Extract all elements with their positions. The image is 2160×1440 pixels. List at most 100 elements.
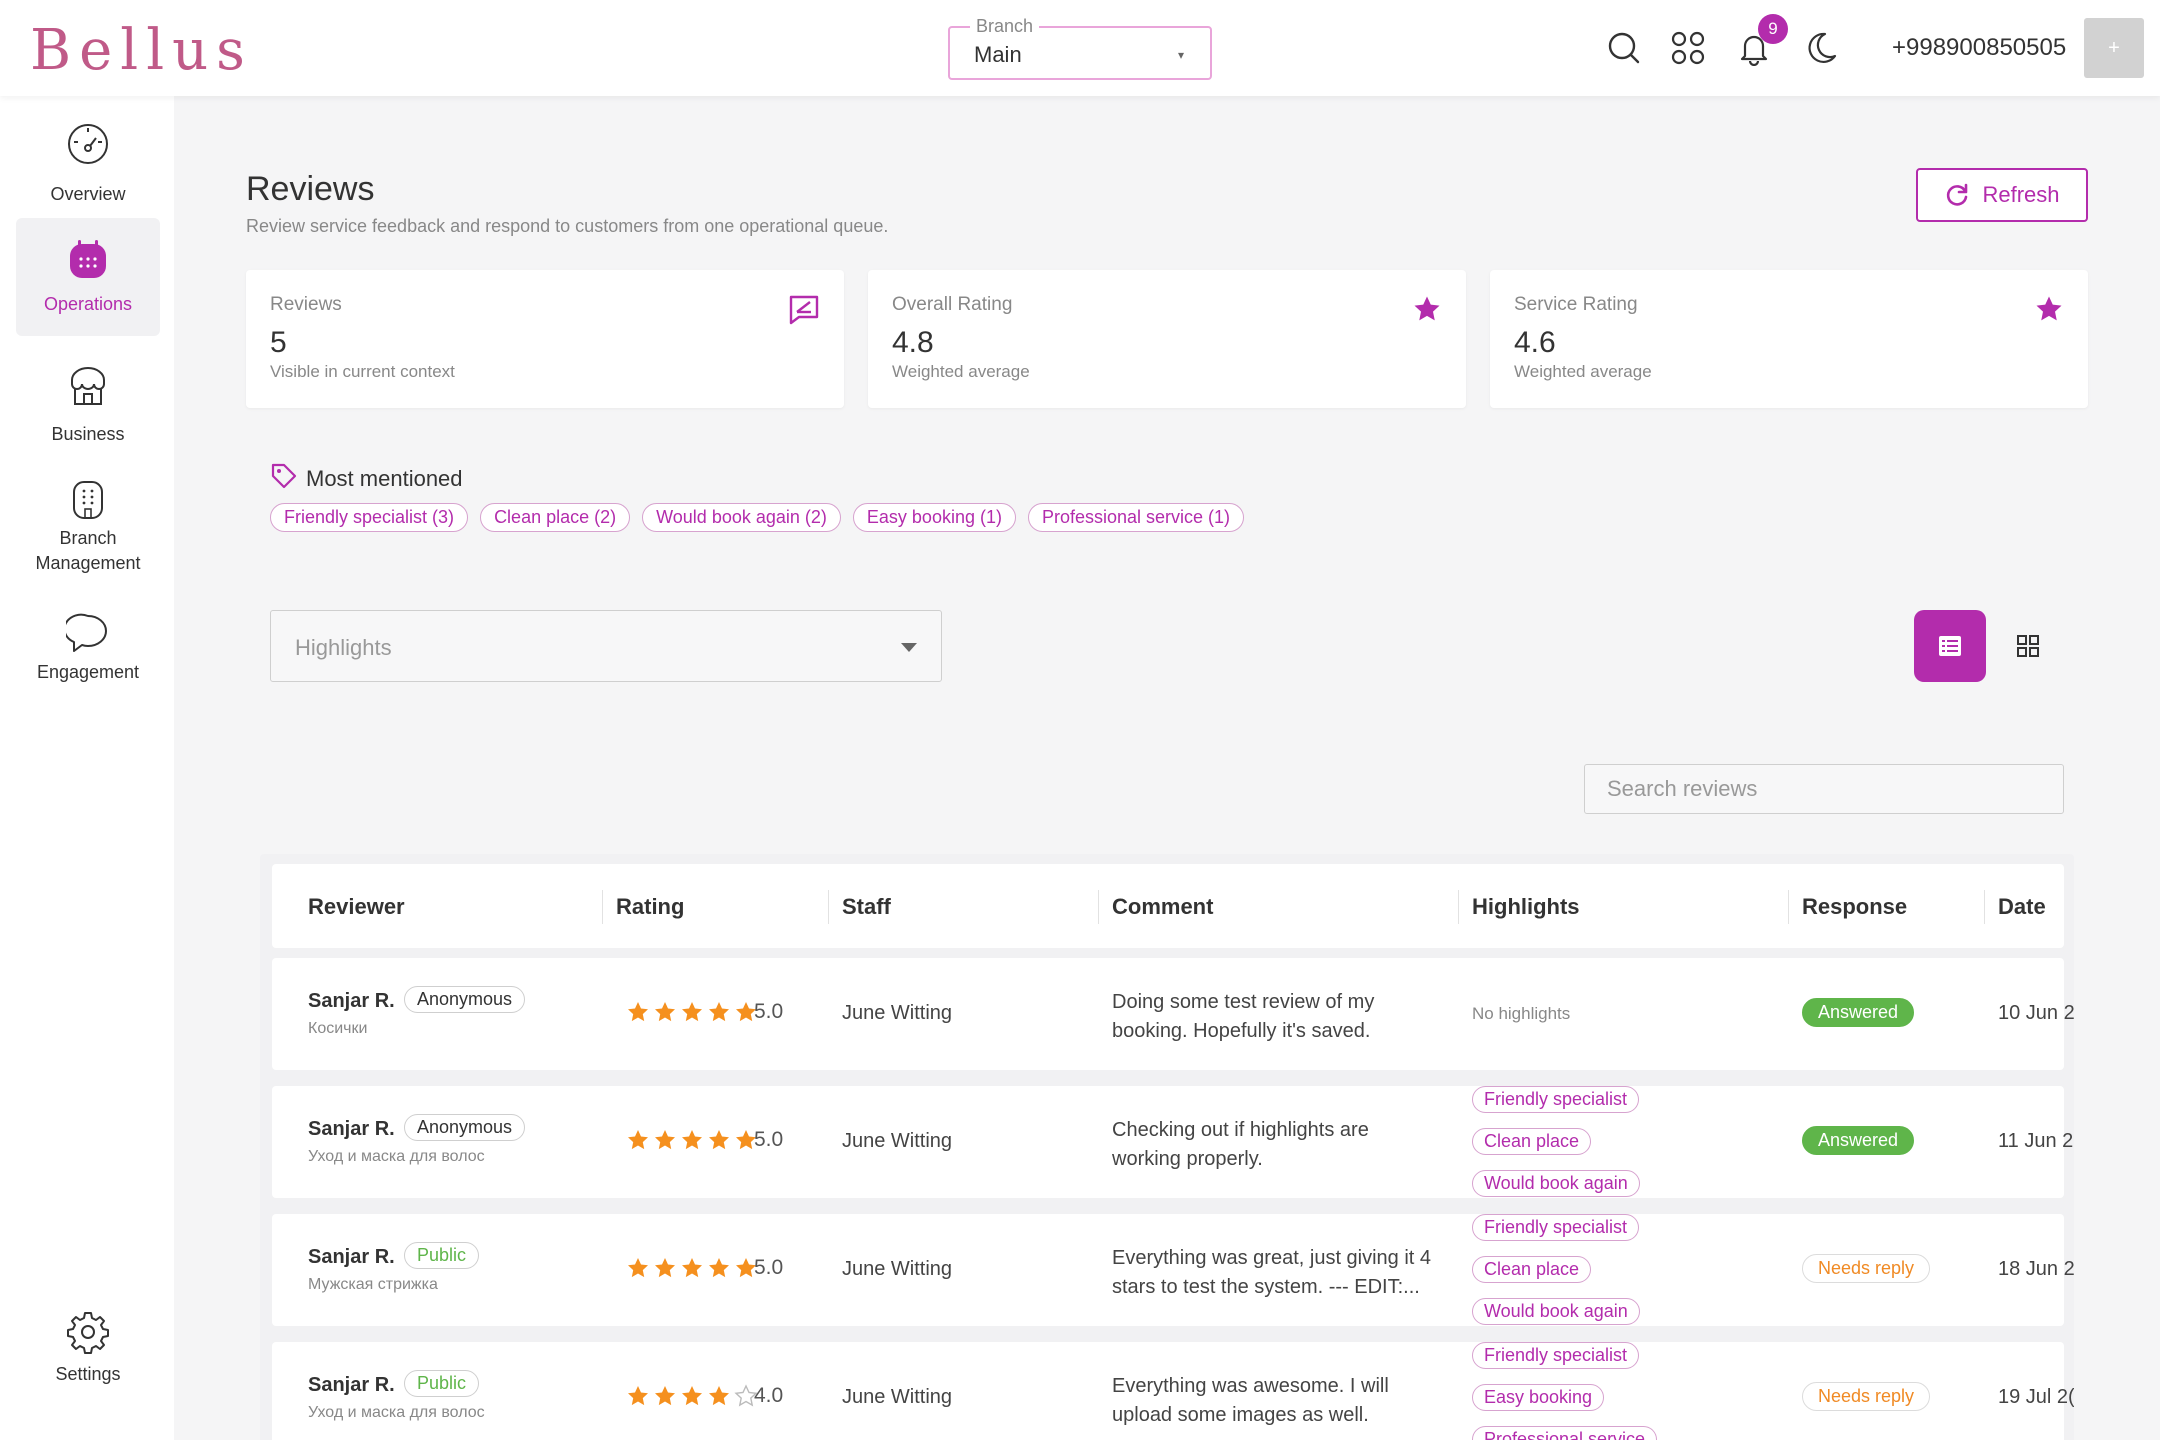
reviewer-name: Sanjar R. bbox=[308, 1374, 395, 1396]
sidebar-item-label: Operations bbox=[43, 294, 133, 314]
service-name: Уход и маска для волос bbox=[308, 1148, 485, 1165]
column-divider bbox=[602, 890, 603, 924]
highlight-chip: Clean place bbox=[1472, 1256, 1592, 1283]
search-reviews-input[interactable] bbox=[1584, 764, 2064, 814]
apps-grid-icon[interactable] bbox=[1668, 28, 1708, 68]
sidebar-item-settings[interactable]: Settings bbox=[16, 1294, 160, 1412]
sidebar-item-business[interactable]: Business bbox=[16, 350, 160, 468]
search-icon[interactable] bbox=[1604, 28, 1644, 68]
account-phone[interactable]: +998900850505 bbox=[1892, 34, 2066, 62]
list-view-button[interactable] bbox=[1914, 610, 1986, 682]
refresh-button[interactable]: Refresh bbox=[1916, 168, 2088, 222]
table-row[interactable]: Sanjar R. Public Уход и маска для волос … bbox=[272, 1342, 2074, 1440]
sidebar: Overview Operations Business Branch Manag… bbox=[0, 96, 174, 1440]
star-filled-icon bbox=[682, 1130, 702, 1150]
review-date: 11 Jun 2( bbox=[1998, 1130, 2074, 1152]
top-bar: Bellus Branch Main ▾ 9 +998900850505 + bbox=[0, 0, 2160, 96]
highlight-chip: Professional service bbox=[1472, 1426, 1658, 1440]
column-divider bbox=[1458, 890, 1459, 924]
sidebar-item-engagement[interactable]: Engagement bbox=[16, 596, 160, 714]
highlights-filter-placeholder: Highlights bbox=[295, 635, 392, 660]
no-highlights-text: No highlights bbox=[1472, 1004, 1571, 1023]
stat-card-overall-rating: Overall Rating 4.8 Weighted average bbox=[868, 270, 1466, 408]
column-header-response[interactable]: Response bbox=[1802, 894, 1907, 920]
rating-stars bbox=[626, 1128, 758, 1152]
highlight-chip: Clean place bbox=[1472, 1128, 1592, 1155]
response-status-badge[interactable]: Answered bbox=[1802, 1126, 1915, 1155]
star-filled-icon bbox=[709, 1258, 729, 1278]
stat-subtext: Weighted average bbox=[892, 362, 1030, 381]
column-divider bbox=[1788, 890, 1789, 924]
highlights-filter-select[interactable]: Highlights bbox=[270, 610, 942, 682]
column-header-highlights[interactable]: Highlights bbox=[1472, 894, 1580, 920]
comment-line: Everything was great, just giving it 4 bbox=[1112, 1247, 1432, 1269]
stat-label: Reviews bbox=[270, 294, 342, 315]
star-filled-icon bbox=[628, 1386, 648, 1406]
refresh-icon bbox=[1947, 183, 1968, 206]
reviewer-name: Sanjar R. bbox=[308, 990, 395, 1012]
highlight-chip[interactable]: Clean place (2) bbox=[480, 503, 631, 532]
highlight-chip[interactable]: Professional service (1) bbox=[1027, 503, 1245, 532]
column-header-date[interactable]: Date bbox=[1998, 894, 2046, 920]
star-filled-icon bbox=[628, 1258, 648, 1278]
comment-line: Doing some test review of my bbox=[1112, 991, 1375, 1013]
branch-select-label: Branch bbox=[970, 16, 1040, 37]
service-name: Уход и маска для волос bbox=[308, 1404, 485, 1421]
sidebar-item-operations[interactable]: Operations bbox=[16, 218, 160, 336]
branch-select[interactable]: Branch Main ▾ bbox=[948, 16, 1212, 80]
sidebar-item-branch-management[interactable]: Branch Management bbox=[16, 462, 160, 592]
highlight-chip: Friendly specialist bbox=[1472, 1086, 1640, 1113]
column-header-comment[interactable]: Comment bbox=[1112, 894, 1213, 920]
response-status-badge[interactable]: Needs reply bbox=[1802, 1382, 1931, 1411]
highlight-chip[interactable]: Friendly specialist (3) bbox=[270, 503, 469, 532]
avatar-button[interactable]: + bbox=[2084, 18, 2144, 78]
stat-subtext: Weighted average bbox=[1514, 362, 1652, 381]
staff-name: June Witting bbox=[842, 1002, 953, 1024]
stat-value: 4.8 bbox=[892, 326, 934, 359]
review-comment: Doing some test review of my booking. Ho… bbox=[1112, 988, 1448, 1046]
highlight-chip: Would book again bbox=[1472, 1170, 1640, 1197]
table-row[interactable]: Sanjar R. Public Мужская стрижка 5.0 Jun… bbox=[272, 1214, 2074, 1326]
table-row[interactable]: Sanjar R. Anonymous Уход и маска для вол… bbox=[272, 1086, 2074, 1198]
star-filled-icon bbox=[682, 1258, 702, 1278]
comment-line: upload some images as well. bbox=[1112, 1404, 1369, 1426]
review-date: 10 Jun 2 bbox=[1998, 1002, 2074, 1024]
highlight-chip[interactable]: Easy booking (1) bbox=[852, 503, 1016, 532]
grid-view-button[interactable] bbox=[2008, 626, 2048, 666]
visibility-tag: Anonymous bbox=[404, 1114, 526, 1141]
speedometer-icon bbox=[68, 124, 108, 164]
grid-view-icon bbox=[2017, 635, 2039, 657]
star-filled-icon bbox=[709, 1386, 729, 1406]
comment-line: Everything was awesome. I will bbox=[1112, 1375, 1389, 1397]
column-header-reviewer[interactable]: Reviewer bbox=[308, 894, 405, 920]
table-row[interactable]: Sanjar R. Anonymous Косички 5.0 June Wit… bbox=[272, 958, 2074, 1070]
brand-logo[interactable]: Bellus bbox=[30, 18, 253, 83]
response-status-badge[interactable]: Answered bbox=[1802, 998, 1915, 1027]
response-status-badge[interactable]: Needs reply bbox=[1802, 1254, 1931, 1283]
highlight-chip[interactable]: Would book again (2) bbox=[642, 503, 841, 532]
staff-name: June Witting bbox=[842, 1258, 953, 1280]
review-comment: Everything was awesome. I will upload so… bbox=[1112, 1372, 1448, 1430]
comment-line: booking. Hopefully it's saved. bbox=[1112, 1020, 1371, 1042]
column-header-staff[interactable]: Staff bbox=[842, 894, 891, 920]
gear-icon bbox=[67, 1312, 109, 1354]
visibility-tag: Public bbox=[404, 1370, 480, 1397]
staff-name: June Witting bbox=[842, 1130, 953, 1152]
moon-icon[interactable] bbox=[1800, 28, 1840, 68]
star-filled-icon bbox=[655, 1386, 675, 1406]
stat-value: 4.6 bbox=[1514, 326, 1556, 359]
sidebar-item-overview[interactable]: Overview bbox=[16, 106, 160, 224]
rating-stars bbox=[626, 1256, 758, 1280]
column-header-rating[interactable]: Rating bbox=[616, 894, 684, 920]
review-comment: Everything was great, just giving it 4 s… bbox=[1112, 1244, 1448, 1302]
star-filled-icon bbox=[655, 1130, 675, 1150]
star-filled-icon bbox=[709, 1130, 729, 1150]
star-filled-icon bbox=[655, 1258, 675, 1278]
staff-name: June Witting bbox=[842, 1386, 953, 1408]
calendar-icon bbox=[70, 240, 106, 278]
comment-line: stars to test the system. --- EDIT:... bbox=[1112, 1276, 1420, 1298]
stat-subtext: Visible in current context bbox=[270, 362, 455, 381]
review-date: 19 Jul 2( bbox=[1998, 1386, 2074, 1408]
page-subtitle: Review service feedback and respond to c… bbox=[246, 216, 889, 236]
sidebar-item-label: Overview bbox=[50, 184, 126, 204]
